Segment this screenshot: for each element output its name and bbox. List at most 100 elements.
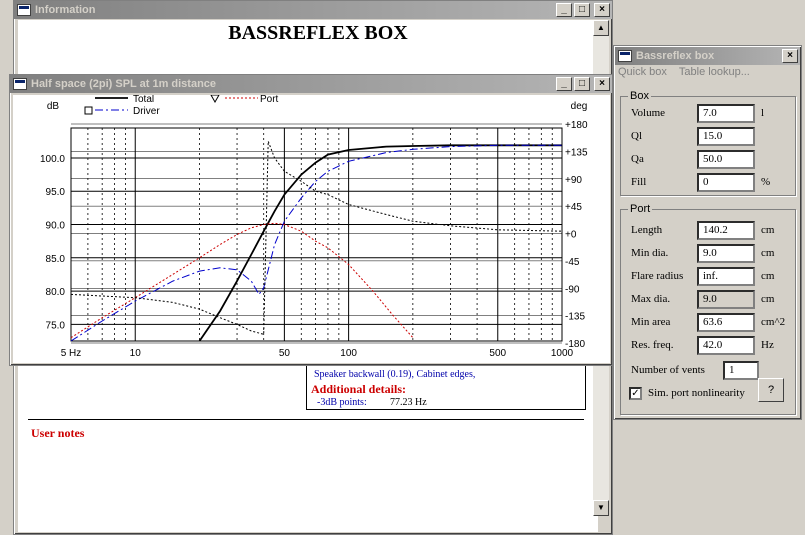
qa-field[interactable]: 50.0 — [697, 149, 755, 169]
res-freq-field[interactable]: 42.0 — [697, 335, 755, 355]
y-tick-label-right: +0 — [565, 230, 577, 241]
information-titlebar[interactable]: Information _ □ × — [14, 1, 612, 19]
y-tick-label-right: -135 — [565, 312, 585, 323]
field-row: Min dia. 9.0 cm — [631, 243, 774, 263]
menu-table-lookup[interactable]: Table lookup... — [679, 66, 750, 78]
x-tick-label: 5 Hz — [61, 348, 82, 359]
port-group: Port Length 140.2 cm Min dia. 9.0 cm Flare rad… — [620, 203, 796, 415]
y-unit-left: dB — [47, 101, 60, 112]
maximize-button[interactable]: □ — [574, 77, 590, 91]
bassreflex-titlebar[interactable]: Bassreflex box × — [615, 47, 800, 65]
y-tick-label-left: 90.0 — [46, 221, 66, 232]
min-area-field[interactable]: 63.6 — [697, 312, 755, 332]
port-group-label: Port — [628, 203, 653, 215]
box-group-label: Box — [628, 90, 651, 102]
field-row: Res. freq. 42.0 Hz — [631, 335, 774, 355]
vents-label: Number of vents — [631, 364, 705, 376]
minimize-button[interactable]: _ — [556, 3, 572, 17]
x-tick-label: 10 — [130, 348, 142, 359]
user-notes-heading: User notes — [31, 426, 85, 440]
series-line-driver — [70, 144, 562, 342]
ql-field[interactable]: 15.0 — [697, 126, 755, 146]
y-tick-label-right: +45 — [565, 202, 582, 213]
close-button[interactable]: × — [594, 3, 610, 17]
scroll-down-icon[interactable]: ▼ — [593, 500, 609, 516]
x-tick-label: 100 — [340, 348, 357, 359]
field-row: Fill 0% — [631, 172, 770, 192]
y-tick-label-left: 75.0 — [46, 320, 66, 331]
menu-quick-box[interactable]: Quick box — [618, 66, 667, 78]
details-value: 77.23 Hz — [390, 397, 427, 408]
x-tick-label: 500 — [489, 348, 506, 359]
fill-label: Fill — [631, 176, 647, 188]
qa-label: Qa — [631, 153, 644, 165]
minimize-button[interactable]: _ — [556, 77, 572, 91]
max-dia-label: Max dia. — [631, 293, 671, 305]
volume-unit: l — [761, 107, 765, 119]
fill-unit: % — [761, 176, 771, 188]
y-unit-right: deg — [571, 101, 588, 112]
series-line-phase — [70, 141, 563, 335]
min-area-unit: cm^2 — [761, 316, 786, 328]
min-dia-label: Min dia. — [631, 247, 669, 259]
field-row: Qa 50.0 — [631, 149, 761, 169]
chart-labels: dB deg 100.0 95.0 90.0 85.0 80.0 75.0 +180 +135 +9… — [40, 101, 588, 359]
maximize-button[interactable]: □ — [574, 3, 590, 17]
graph-area: dB deg 100.0 95.0 90.0 85.0 80.0 75.0 +180 +135 +9… — [13, 94, 610, 363]
details-label: -3dB points: — [317, 397, 367, 408]
nonlinearity-checkbox[interactable]: ✓ — [629, 386, 642, 400]
legend-label-port: Port — [260, 95, 279, 105]
graph-titlebar[interactable]: Half space (2pi) SPL at 1m distance _ □ … — [10, 75, 612, 93]
length-label: Length — [631, 224, 663, 236]
plot-frame — [70, 127, 563, 342]
window-icon — [618, 50, 632, 62]
bassreflex-menubar: Quick box Table lookup... — [618, 66, 750, 78]
scroll-up-icon[interactable]: ▲ — [593, 20, 609, 36]
box-group: Box Volume 7.0 l Ql 15.0 Qa 50.0 Fill 0% — [620, 90, 796, 196]
graph-icon — [13, 78, 27, 90]
report-heading: BASSREFLEX BOX — [228, 22, 408, 44]
graph-title: Half space (2pi) SPL at 1m distance — [31, 78, 217, 90]
close-button[interactable]: × — [594, 77, 610, 91]
min-dia-field[interactable]: 9.0 — [697, 243, 755, 263]
length-unit: cm — [761, 224, 775, 236]
y-tick-label-left: 80.0 — [46, 287, 66, 298]
divider-line — [28, 419, 584, 420]
chart-legend: TotalDriver Port — [84, 94, 279, 117]
close-button[interactable]: × — [782, 49, 798, 63]
y-tick-label-left: 100.0 — [40, 154, 65, 165]
series-line-total — [198, 144, 562, 342]
y-tick-label-left: 85.0 — [46, 254, 66, 265]
nonlinearity-label: Sim. port nonlinearity — [648, 387, 745, 399]
fill-field[interactable]: 0 — [697, 172, 755, 192]
vents-field[interactable]: 1 — [723, 360, 759, 380]
min-area-label: Min area — [631, 316, 671, 328]
volume-label: Volume — [631, 107, 666, 119]
help-button[interactable]: ? — [758, 378, 784, 402]
volume-field[interactable]: 7.0 — [697, 103, 755, 123]
document-icon — [17, 4, 31, 16]
details-partial-line: Speaker backwall (0.19), Cabinet edges, — [314, 369, 476, 380]
flare-radius-unit: cm — [761, 270, 775, 282]
y-tick-label-right: +180 — [565, 120, 588, 131]
flare-radius-field[interactable]: inf. — [697, 266, 755, 286]
res-freq-label: Res. freq. — [631, 339, 674, 351]
y-tick-label-right: +90 — [565, 175, 582, 186]
field-row: Volume 7.0 l — [631, 103, 764, 123]
vents-row: Number of vents 1 — [631, 360, 759, 380]
min-dia-unit: cm — [761, 247, 775, 259]
res-freq-unit: Hz — [761, 339, 774, 351]
y-tick-label-right: +135 — [565, 147, 588, 158]
field-row: Ql 15.0 — [631, 126, 761, 146]
y-tick-label-right: -45 — [565, 257, 580, 268]
legend-marker-square — [84, 106, 93, 115]
field-row: Flare radius inf. cm — [631, 266, 774, 286]
x-tick-label: 50 — [279, 348, 291, 359]
legend-label-total: Total — [133, 95, 154, 105]
chart-grid — [70, 123, 563, 344]
spl-chart: dB deg 100.0 95.0 90.0 85.0 80.0 75.0 +180 +135 +9… — [40, 94, 588, 359]
information-title: Information — [35, 4, 96, 16]
series-line-port — [70, 222, 414, 339]
y-tick-label-left: 95.0 — [46, 187, 66, 198]
length-field[interactable]: 140.2 — [697, 220, 755, 240]
